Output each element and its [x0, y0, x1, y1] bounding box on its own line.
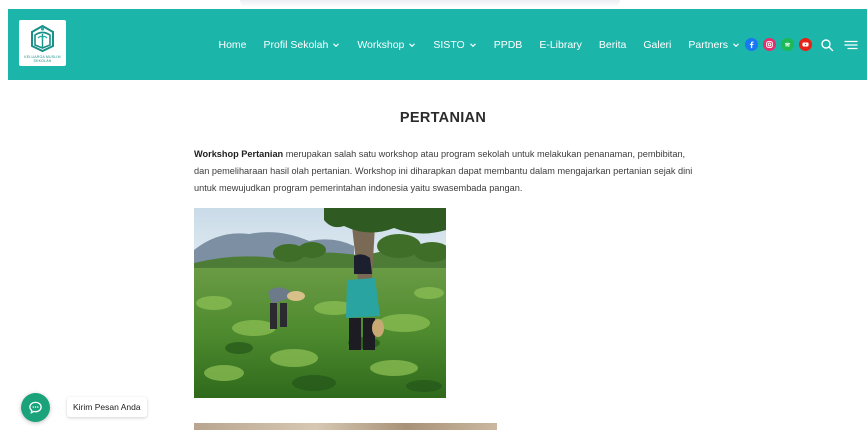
nav-label: Home: [218, 38, 247, 51]
nav-item-sisto[interactable]: SISTO: [425, 9, 485, 80]
second-photo: [194, 423, 497, 430]
farming-photo: [194, 208, 446, 398]
intro-paragraph: Workshop Pertanian merupakan salah satu …: [194, 146, 694, 197]
page-title: PERTANIAN: [399, 110, 487, 126]
main-navigation: Home Profil Sekolah Workshop SISTO PPDB …: [210, 9, 813, 80]
hamburger-menu-icon[interactable]: [844, 38, 858, 52]
site-header: KELUARGA MUSLIM SEKOLAH Home Profil Seko…: [8, 9, 867, 80]
chevron-down-icon: [469, 42, 476, 47]
nav-label: Profil Sekolah: [263, 38, 329, 51]
chat-button[interactable]: [21, 393, 50, 422]
nav-label: Galeri: [643, 38, 672, 51]
search-icon[interactable]: [820, 38, 834, 52]
spotify-icon[interactable]: [781, 38, 795, 51]
nav-item-berita[interactable]: Berita: [590, 9, 634, 80]
instagram-icon[interactable]: [763, 38, 777, 51]
nav-item-profil-sekolah[interactable]: Profil Sekolah: [255, 9, 349, 80]
nav-item-partners[interactable]: Partners: [680, 9, 744, 80]
social-links: [745, 38, 813, 51]
chat-bubble-icon: [29, 401, 42, 414]
logo-emblem-icon: [31, 24, 54, 53]
nav-label: PPDB: [493, 38, 523, 51]
nav-label: Workshop: [357, 38, 405, 51]
nav-label: Partners: [688, 38, 729, 51]
intro-bold: Workshop Pertanian: [194, 149, 284, 159]
browser-top-strip: [0, 0, 867, 9]
site-logo[interactable]: KELUARGA MUSLIM SEKOLAH: [19, 20, 66, 66]
nav-item-ppdb[interactable]: PPDB: [485, 9, 531, 80]
nav-label: SISTO: [433, 38, 465, 51]
logo-caption: KELUARGA MUSLIM SEKOLAH: [24, 55, 61, 63]
chat-label[interactable]: Kirim Pesan Anda: [67, 397, 147, 417]
nav-item-home[interactable]: Home: [210, 9, 255, 80]
nav-item-workshop[interactable]: Workshop: [349, 9, 425, 80]
nav-label: Berita: [598, 38, 627, 51]
farming-photo-image: [194, 208, 446, 398]
nav-item-e-library[interactable]: E-Library: [531, 9, 591, 80]
facebook-icon[interactable]: [745, 38, 759, 51]
youtube-icon[interactable]: [799, 38, 813, 51]
nav-label: E-Library: [539, 38, 582, 51]
nav-item-galeri[interactable]: Galeri: [635, 9, 680, 80]
chevron-down-icon: [733, 42, 739, 47]
chevron-down-icon: [333, 42, 340, 47]
top-shadow: [240, 0, 620, 7]
chevron-down-icon: [409, 42, 416, 47]
